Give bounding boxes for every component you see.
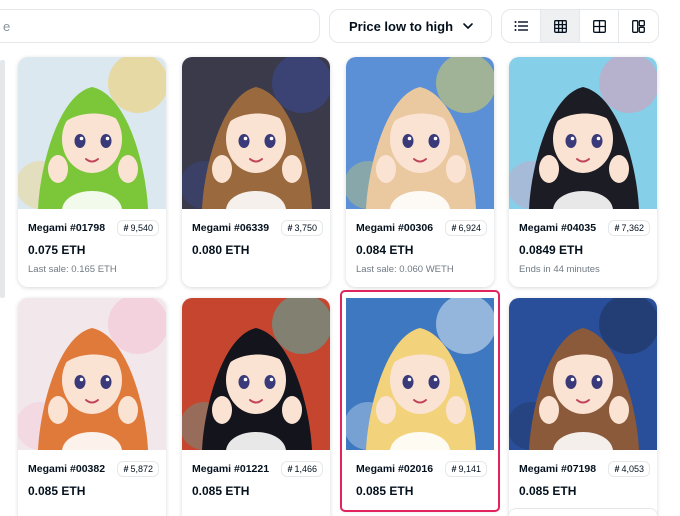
nft-card-price: 0.0849 ETH — [519, 243, 584, 257]
nft-card[interactable]: Megami #06339 #3,750 0.080 ETH — [182, 57, 330, 287]
nft-card[interactable]: Megami #07198 #4,053 0.085 ETH — [509, 298, 657, 516]
search-input[interactable]: e — [0, 9, 320, 43]
nft-artwork-image[interactable] — [182, 57, 330, 209]
nft-card-name: Megami #00382 — [28, 463, 106, 475]
nft-card-name: Megami #07198 — [519, 463, 597, 475]
sort-selected-label: Price low to high — [349, 19, 454, 34]
grid-small-icon — [553, 19, 567, 33]
nft-card-name: Megami #04035 — [519, 222, 597, 234]
rarity-rank-value: 3,750 — [294, 223, 317, 233]
nft-card-name: Megami #01798 — [28, 222, 106, 234]
nft-card-subtext: Last sale: 0.060 WETH — [356, 264, 454, 275]
nft-card[interactable]: Megami #04035 #7,362 0.0849 ETH Ends in 44 … — [509, 57, 657, 287]
nft-artwork-image[interactable] — [18, 298, 166, 450]
nft-card[interactable]: Megami #00306 #6,924 0.084 ETH Last sale: 0… — [346, 57, 494, 287]
masonry-view-button[interactable] — [619, 10, 658, 42]
nft-artwork-image[interactable] — [346, 57, 494, 209]
hash-icon: # — [451, 464, 457, 474]
grid-large-button[interactable] — [580, 10, 619, 42]
hash-icon: # — [614, 464, 620, 474]
nft-card-price: 0.085 ETH — [192, 484, 250, 498]
rarity-rank-badge: #9,540 — [117, 220, 159, 236]
rarity-rank-value: 7,362 — [621, 223, 644, 233]
sort-dropdown[interactable]: Price low to high — [329, 9, 492, 43]
nft-card-price: 0.084 ETH — [356, 243, 414, 257]
nft-card[interactable]: Megami #01221 #1,466 0.085 ETH — [182, 298, 330, 516]
nft-card-subtext: Last sale: 0.165 ETH — [28, 264, 117, 275]
nft-artwork-image[interactable] — [18, 57, 166, 209]
nft-card-price: 0.085 ETH — [356, 484, 414, 498]
nft-card-price: 0.085 ETH — [28, 484, 86, 498]
nft-card-name: Megami #00306 — [356, 222, 434, 234]
hash-icon: # — [287, 464, 293, 474]
hash-icon: # — [123, 223, 129, 233]
nft-card[interactable]: Megami #02016 #9,141 0.085 ETH — [340, 290, 500, 512]
nft-card-name: Megami #01221 — [192, 463, 270, 475]
nft-card[interactable]: Megami #01798 #9,540 0.075 ETH Last sale: 0… — [18, 57, 166, 287]
list-view-icon — [514, 21, 528, 31]
rarity-rank-badge: #5,872 — [117, 461, 159, 477]
rarity-rank-value: 1,466 — [294, 464, 317, 474]
nft-card[interactable]: Megami #00382 #5,872 0.085 ETH — [18, 298, 166, 516]
hash-icon: # — [287, 223, 293, 233]
nft-card-name: Megami #06339 — [192, 222, 270, 234]
nft-card-price: 0.085 ETH — [519, 484, 577, 498]
nft-artwork-image[interactable] — [346, 298, 494, 450]
nft-artwork-image[interactable] — [182, 298, 330, 450]
rarity-rank-value: 9,141 — [458, 464, 481, 474]
nft-artwork-image[interactable] — [509, 298, 657, 450]
rarity-rank-badge: #7,362 — [608, 220, 650, 236]
nft-card-price: 0.080 ETH — [192, 243, 250, 257]
nft-card-name: Megami #02016 — [356, 463, 434, 475]
rarity-rank-value: 6,924 — [458, 223, 481, 233]
grid-large-icon — [592, 19, 606, 33]
view-mode-toggle — [501, 9, 659, 43]
nft-card-price: 0.075 ETH — [28, 243, 86, 257]
rarity-rank-value: 5,872 — [130, 464, 153, 474]
filter-panel-edge — [0, 60, 5, 298]
rarity-rank-badge: #4,053 — [608, 461, 650, 477]
rarity-rank-badge: #3,750 — [281, 220, 323, 236]
masonry-view-icon — [632, 19, 645, 33]
bottom-panel-edge — [508, 508, 658, 516]
search-placeholder-fragment: e — [3, 19, 11, 34]
list-view-button[interactable] — [502, 10, 541, 42]
chevron-down-icon — [463, 23, 473, 29]
nft-artwork-image[interactable] — [509, 57, 657, 209]
rarity-rank-value: 9,540 — [130, 223, 153, 233]
grid-small-button[interactable] — [541, 10, 580, 42]
rarity-rank-badge: #1,466 — [281, 461, 323, 477]
nft-card-subtext: Ends in 44 minutes — [519, 264, 600, 275]
rarity-rank-badge: #6,924 — [445, 220, 487, 236]
hash-icon: # — [123, 464, 129, 474]
rarity-rank-badge: #9,141 — [445, 461, 487, 477]
rarity-rank-value: 4,053 — [621, 464, 644, 474]
hash-icon: # — [451, 223, 457, 233]
hash-icon: # — [614, 223, 620, 233]
